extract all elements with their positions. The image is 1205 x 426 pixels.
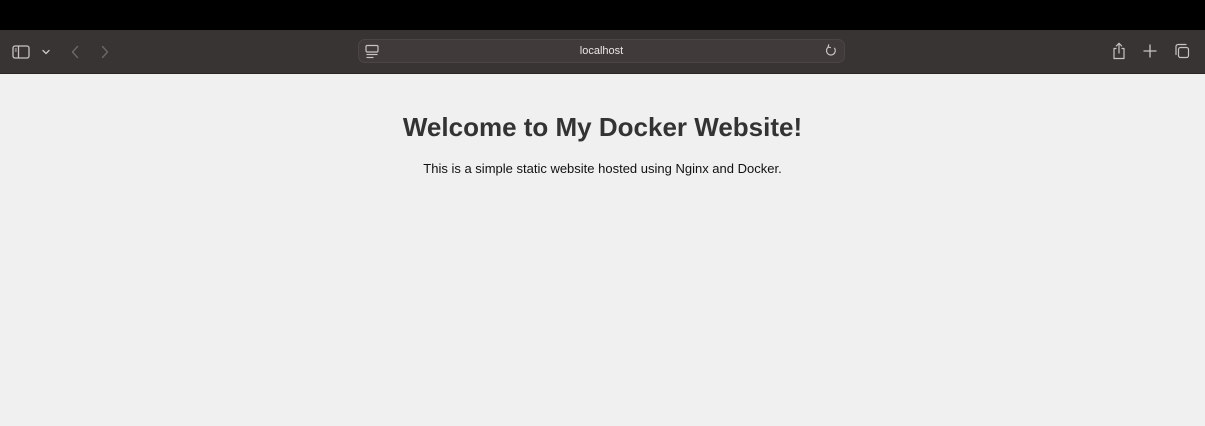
- browser-toolbar: localhost: [0, 30, 1205, 74]
- chevron-left-icon: [71, 45, 79, 59]
- new-tab-button[interactable]: [1141, 39, 1159, 63]
- forward-button[interactable]: [97, 40, 113, 64]
- page-paragraph: This is a simple static website hosted u…: [423, 161, 782, 176]
- page-content: Welcome to My Docker Website! This is a …: [0, 74, 1205, 426]
- chevron-down-icon[interactable]: [42, 49, 50, 55]
- menu-bar-strip: [0, 0, 1205, 30]
- page-heading: Welcome to My Docker Website!: [402, 112, 803, 142]
- address-bar[interactable]: localhost: [358, 39, 845, 63]
- back-button[interactable]: [67, 40, 83, 64]
- sidebar-toggle-button[interactable]: [12, 40, 50, 64]
- share-icon: [1112, 42, 1126, 60]
- tabs-icon: [1174, 43, 1190, 59]
- share-button[interactable]: [1110, 39, 1128, 63]
- reload-icon[interactable]: [824, 44, 838, 58]
- tab-overview-button[interactable]: [1172, 39, 1192, 63]
- chevron-right-icon: [101, 45, 109, 59]
- sidebar-icon: [12, 45, 30, 59]
- plus-icon: [1143, 44, 1157, 58]
- url-text[interactable]: localhost: [359, 40, 844, 62]
- browser-window: localhost Welcome to My Docker Website! …: [0, 0, 1205, 426]
